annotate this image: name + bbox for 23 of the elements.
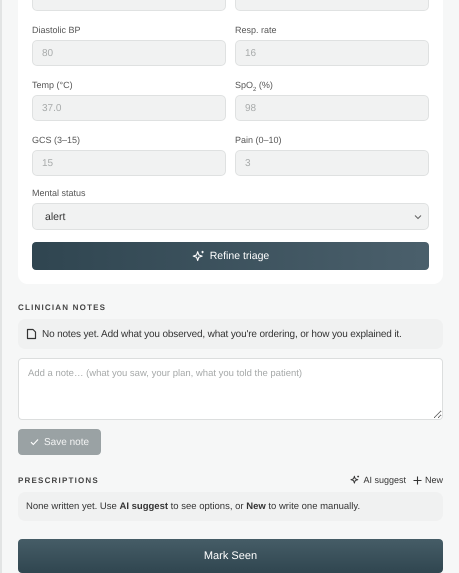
new-prescription-button[interactable]: New: [412, 475, 443, 485]
section-heading: CLINICIAN NOTES: [18, 303, 108, 312]
empty-notes-message: No notes yet. Add what you observed, what you're ordering, or how you explained it.: [18, 319, 443, 349]
field-label: Mental status: [32, 188, 87, 199]
mental-status-dropdown[interactable]: alert: [32, 203, 429, 230]
field-label: Temp (°C): [32, 80, 74, 91]
note-textarea[interactable]: Add a note… (what you saw, your plan, what you told the patient): [18, 358, 443, 420]
input-field[interactable]: 80: [32, 40, 226, 66]
field-label: GCS (3–15): [32, 135, 82, 146]
ai-suggest-button[interactable]: AI suggest: [350, 475, 406, 485]
field-label: Diastolic BP: [32, 25, 82, 36]
field-label: SpO$_{2}$ (%): [235, 80, 274, 91]
section-heading: PRESCRIPTIONS: [18, 476, 99, 484]
input-field[interactable]: 37.0: [32, 95, 226, 121]
empty-prescriptions-message: None written yet. Use AI suggest to see options, or New to write one manually.: [18, 492, 443, 521]
field-label: Resp. rate: [235, 25, 278, 36]
field-label: Pain (0–10): [235, 135, 283, 146]
mark-seen-button[interactable]: Mark Seen: [18, 539, 443, 573]
refine-triage-button[interactable]: Refine triage: [32, 242, 429, 270]
input-field[interactable]: 3: [235, 150, 429, 176]
input-field[interactable]: 16: [235, 40, 429, 66]
input-field[interactable]: 98: [235, 95, 429, 121]
input-field[interactable]: 15: [32, 150, 226, 176]
